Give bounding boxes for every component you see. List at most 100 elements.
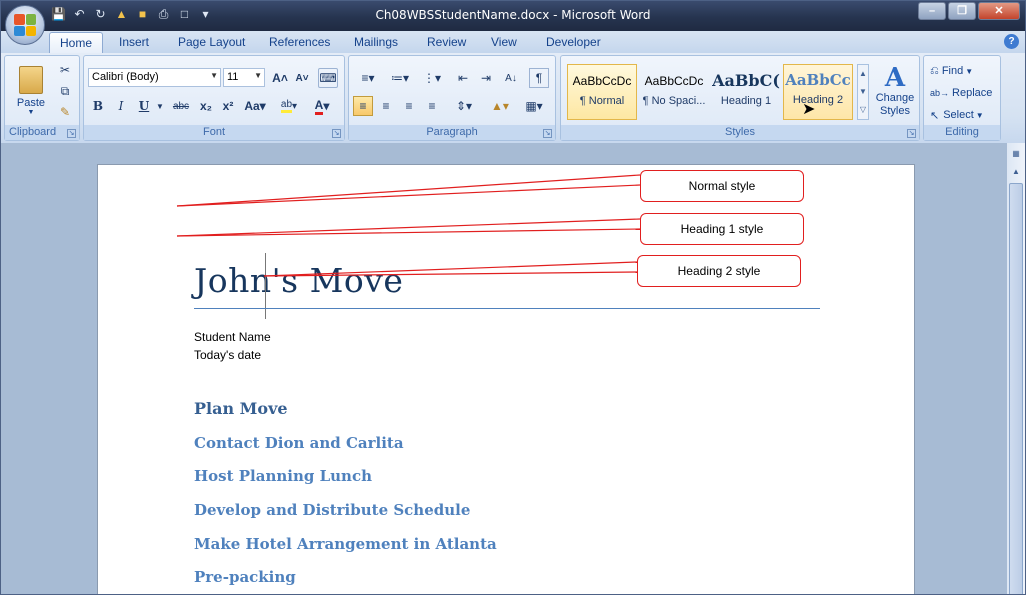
bold-icon[interactable]: B — [88, 96, 108, 116]
ribbon: Paste ▼ ✂ ⧉ ✎ Clipboard ↘ Calibri (Body)… — [1, 53, 1025, 143]
change-case-icon[interactable]: Aa▾ — [241, 96, 269, 116]
editing-group-label: Editing — [924, 125, 1000, 140]
replace-button[interactable]: ab→ Replace — [930, 84, 992, 102]
style-normal[interactable]: AaBbCcDc ¶ Normal — [567, 64, 637, 120]
clear-formatting-icon[interactable]: ⌨ — [318, 68, 338, 88]
shrink-font-icon[interactable]: A˅ — [292, 68, 312, 88]
strikethrough-icon[interactable]: abc — [168, 96, 194, 116]
numbering-icon[interactable]: ≔▾ — [385, 68, 415, 88]
justify-icon[interactable]: ≡ — [422, 96, 442, 116]
cut-icon[interactable]: ✂ — [55, 60, 75, 80]
align-center-icon[interactable]: ≡ — [376, 96, 396, 116]
borders-icon[interactable]: ▦▾ — [519, 96, 549, 116]
tab-view[interactable]: View — [491, 35, 517, 49]
paragraph-group-label: Paragraph — [349, 125, 555, 140]
customize-icon[interactable]: ▾ — [198, 7, 213, 22]
new-icon[interactable]: □ — [177, 7, 192, 22]
callout-heading2-style: Heading 2 style — [637, 255, 801, 287]
font-group-label: Font — [84, 125, 344, 140]
font-color-icon[interactable]: A ▾ — [306, 96, 338, 116]
heading2-item[interactable]: Contact Dion and Carlita — [194, 434, 404, 452]
select-button[interactable]: ↖ Select ▼ — [930, 106, 984, 124]
heading2-item[interactable]: Make Hotel Arrangement in Atlanta — [194, 535, 497, 553]
multilevel-list-icon[interactable]: ⋮▾ — [417, 68, 447, 88]
ruler-toggle-icon[interactable]: ▦ — [1008, 149, 1024, 163]
change-styles-button[interactable]: A Change Styles — [871, 60, 919, 122]
folder-icon[interactable]: ■ — [135, 7, 150, 22]
bullets-icon[interactable]: ≡▾ — [353, 68, 383, 88]
save-icon[interactable]: 💾 — [51, 7, 66, 22]
chevron-down-icon: ▼ — [254, 71, 262, 80]
heading2-item[interactable]: Host Planning Lunch — [194, 467, 372, 485]
close-button[interactable]: ✕ — [978, 2, 1020, 20]
ribbon-tabs: Home Insert Page Layout References Maili… — [1, 31, 1025, 54]
increase-indent-icon[interactable]: ⇥ — [476, 68, 496, 88]
tab-page-layout[interactable]: Page Layout — [178, 35, 245, 49]
font-name-combo[interactable]: Calibri (Body) ▼ — [88, 68, 221, 87]
chevron-down-icon[interactable]: ▼ — [150, 96, 170, 116]
minimize-button[interactable]: – — [918, 2, 946, 20]
student-name-line[interactable]: Student Name — [194, 330, 271, 344]
tab-mailings[interactable]: Mailings — [354, 35, 398, 49]
redo-icon[interactable]: ↻ — [93, 7, 108, 22]
tab-developer[interactable]: Developer — [546, 35, 601, 49]
callout-heading1-style: Heading 1 style — [640, 213, 804, 245]
heading2-item[interactable]: Pre-packing — [194, 568, 296, 586]
style-heading-2-label: Heading 2 — [792, 94, 844, 106]
scroll-up-icon[interactable]: ▲ — [1008, 167, 1024, 181]
help-icon[interactable]: ? — [1004, 34, 1019, 49]
style-no-spacing[interactable]: AaBbCcDc ¶ No Spaci... — [639, 64, 709, 120]
document-title[interactable]: John's Move — [194, 261, 403, 300]
print-icon[interactable]: ⎙ — [156, 7, 171, 22]
tab-home[interactable]: Home — [49, 32, 104, 54]
style-heading-1[interactable]: AaBbC( Heading 1 — [711, 64, 781, 120]
heading1-plan-move[interactable]: Plan Move — [194, 399, 288, 418]
tab-insert[interactable]: Insert — [119, 35, 149, 49]
font-name-value: Calibri (Body) — [92, 71, 159, 83]
undo-icon[interactable]: ↶ — [72, 7, 87, 22]
highlight-color-icon[interactable]: ab ▾ — [274, 96, 304, 116]
style-normal-sample: AaBbCcDc — [572, 74, 632, 88]
paste-button[interactable]: Paste ▼ — [9, 60, 53, 122]
tab-references[interactable]: References — [269, 35, 330, 49]
office-button[interactable] — [5, 5, 45, 45]
change-styles-icon: A — [884, 63, 906, 93]
styles-group: AaBbCcDc ¶ Normal AaBbCcDc ¶ No Spaci...… — [560, 55, 920, 141]
subscript-icon[interactable]: x₂ — [196, 96, 216, 116]
styles-launcher-icon[interactable]: ↘ — [907, 129, 916, 138]
align-left-icon[interactable]: ≡ — [353, 96, 373, 116]
font-size-combo[interactable]: 11 ▼ — [223, 68, 265, 87]
find-button[interactable]: ⎌ Find ▼ — [930, 62, 973, 80]
gallery-scroll[interactable]: ▲ ▼ ▽ — [857, 64, 869, 120]
style-heading-2[interactable]: AaBbCc Heading 2 ➤ — [783, 64, 853, 120]
tab-review[interactable]: Review — [427, 35, 466, 49]
italic-icon[interactable]: I — [111, 96, 131, 116]
clipboard-launcher-icon[interactable]: ↘ — [67, 129, 76, 138]
paragraph-launcher-icon[interactable]: ↘ — [543, 129, 552, 138]
copy-icon[interactable]: ⧉ — [55, 81, 75, 101]
paste-label: Paste — [16, 97, 46, 109]
line-spacing-icon[interactable]: ⇕▾ — [449, 96, 479, 116]
superscript-icon[interactable]: x² — [218, 96, 238, 116]
show-hide-icon[interactable]: ¶ — [529, 68, 549, 88]
open-icon[interactable]: ▲ — [114, 7, 129, 22]
restore-button[interactable]: ❐ — [948, 2, 976, 20]
mouse-pointer-icon: ➤ — [802, 101, 816, 118]
shading-icon[interactable]: ▲▾ — [485, 96, 515, 116]
align-right-icon[interactable]: ≡ — [399, 96, 419, 116]
grow-font-icon[interactable]: A˄ — [270, 68, 290, 88]
vertical-scrollbar[interactable]: ▦ ▲ — [1007, 143, 1025, 594]
heading2-item[interactable]: Develop and Distribute Schedule — [194, 501, 470, 519]
paragraph-group: ≡▾ ≔▾ ⋮▾ ⇤ ⇥ A↓ ¶ ≡ ≡ ≡ ≡ ⇕▾ ▲▾ ▦▾ Parag… — [348, 55, 556, 141]
editing-group: ⎌ Find ▼ ab→ Replace ↖ Select ▼ Editing — [923, 55, 1001, 141]
font-launcher-icon[interactable]: ↘ — [332, 129, 341, 138]
binoculars-icon: ⎌ — [930, 64, 939, 77]
decrease-indent-icon[interactable]: ⇤ — [453, 68, 473, 88]
scroll-thumb[interactable] — [1009, 183, 1023, 594]
word-window: Ch08WBSStudentName.docx - Microsoft Word… — [0, 0, 1026, 595]
sort-icon[interactable]: A↓ — [501, 68, 521, 88]
date-line[interactable]: Today's date — [194, 348, 261, 362]
format-painter-icon[interactable]: ✎ — [55, 102, 75, 122]
font-size-value: 11 — [227, 71, 239, 83]
quick-access-toolbar: 💾 ↶ ↻ ▲ ■ ⎙ □ ▾ — [51, 7, 213, 22]
